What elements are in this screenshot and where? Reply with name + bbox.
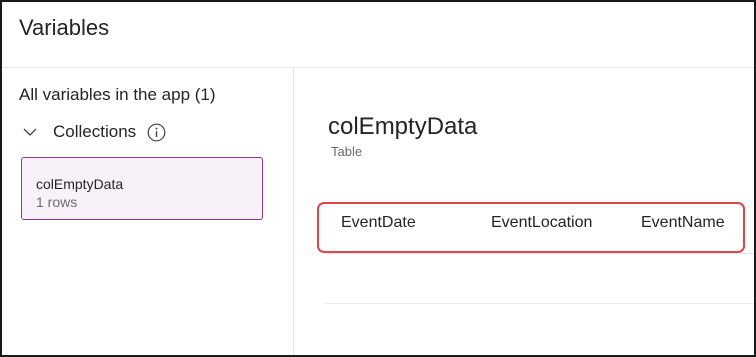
variable-detail: colEmptyData Table EventDate EventLocati… bbox=[295, 68, 754, 355]
variable-item-colEmptyData[interactable]: colEmptyData 1 rows bbox=[21, 157, 263, 220]
variable-name: colEmptyData bbox=[36, 176, 124, 192]
column-header: EventLocation bbox=[491, 214, 593, 231]
sidebar-heading: All variables in the app (1) bbox=[19, 85, 216, 104]
tree-item-collections[interactable]: Collections bbox=[19, 120, 166, 144]
variables-panel: Variables All variables in the app (1) C… bbox=[0, 0, 756, 357]
variable-row-count: 1 rows bbox=[36, 194, 78, 210]
column-header: EventName bbox=[641, 214, 725, 231]
chevron-down-icon[interactable] bbox=[22, 124, 38, 140]
table-header-divider bbox=[325, 253, 754, 254]
info-icon[interactable] bbox=[147, 123, 166, 142]
page-title: Variables bbox=[19, 15, 110, 40]
variable-type: Table bbox=[331, 144, 363, 159]
sidebar: All variables in the app (1) Collections… bbox=[2, 68, 294, 355]
tree-item-label: Collections bbox=[53, 122, 137, 141]
column-header: EventDate bbox=[341, 214, 416, 231]
panel-header: Variables bbox=[2, 2, 754, 68]
table-row bbox=[325, 303, 754, 304]
variable-title: colEmptyData bbox=[328, 113, 478, 140]
